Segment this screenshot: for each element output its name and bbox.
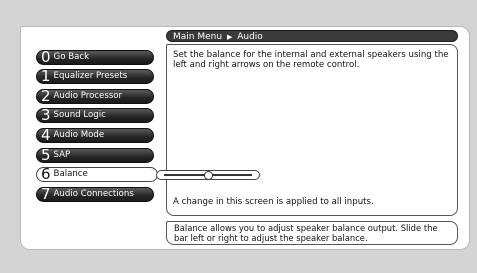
menu-item-label: Sound Logic [53, 110, 106, 120]
balance-slider-knob[interactable] [203, 171, 213, 180]
menu-item-label: SAP [53, 150, 71, 160]
menu-item-sap[interactable]: 5 SAP [36, 148, 154, 163]
menu-item-label: Audio Processor [53, 91, 123, 101]
menu-item-label: Equalizer Presets [53, 71, 128, 81]
footer-note: A change in this screen is applied to al… [173, 197, 374, 207]
menu-item-go-back[interactable]: 0 Go Back [36, 50, 154, 65]
menu-item-balance[interactable]: 6 Balance [36, 167, 158, 182]
menu-item-number: 4 [41, 128, 51, 143]
menu-item-number: 2 [41, 89, 51, 104]
menu-item-number: 5 [41, 148, 51, 163]
breadcrumb-arrow-icon: ▶ [226, 33, 233, 41]
breadcrumb-root: Main Menu [173, 32, 223, 42]
menu-item-number: 6 [41, 167, 51, 182]
menu-item-sound-logic[interactable]: 3 Sound Logic [36, 108, 154, 123]
breadcrumb-current: Audio [237, 32, 263, 42]
menu-item-label: Balance [53, 169, 88, 179]
help-text: Balance allows you to adjust speaker bal… [166, 221, 458, 245]
menu-item-audio-connections[interactable]: 7 Audio Connections [36, 187, 154, 202]
description-text: Set the balance for the internal and ext… [173, 50, 449, 70]
menu-item-number: 3 [41, 108, 51, 123]
menu-item-label: Audio Mode [53, 130, 105, 140]
menu-item-number: 1 [41, 69, 51, 84]
menu-item-audio-mode[interactable]: 4 Audio Mode [36, 128, 154, 143]
menu-item-label: Go Back [53, 52, 90, 62]
menu-item-number: 0 [41, 50, 51, 65]
breadcrumb: Main Menu ▶ Audio [166, 30, 458, 42]
menu-item-audio-processor[interactable]: 2 Audio Processor [36, 89, 154, 104]
menu-item-number: 7 [41, 187, 51, 202]
menu-item-label: Audio Connections [53, 189, 134, 199]
menu-item-equalizer-presets[interactable]: 1 Equalizer Presets [36, 69, 154, 84]
